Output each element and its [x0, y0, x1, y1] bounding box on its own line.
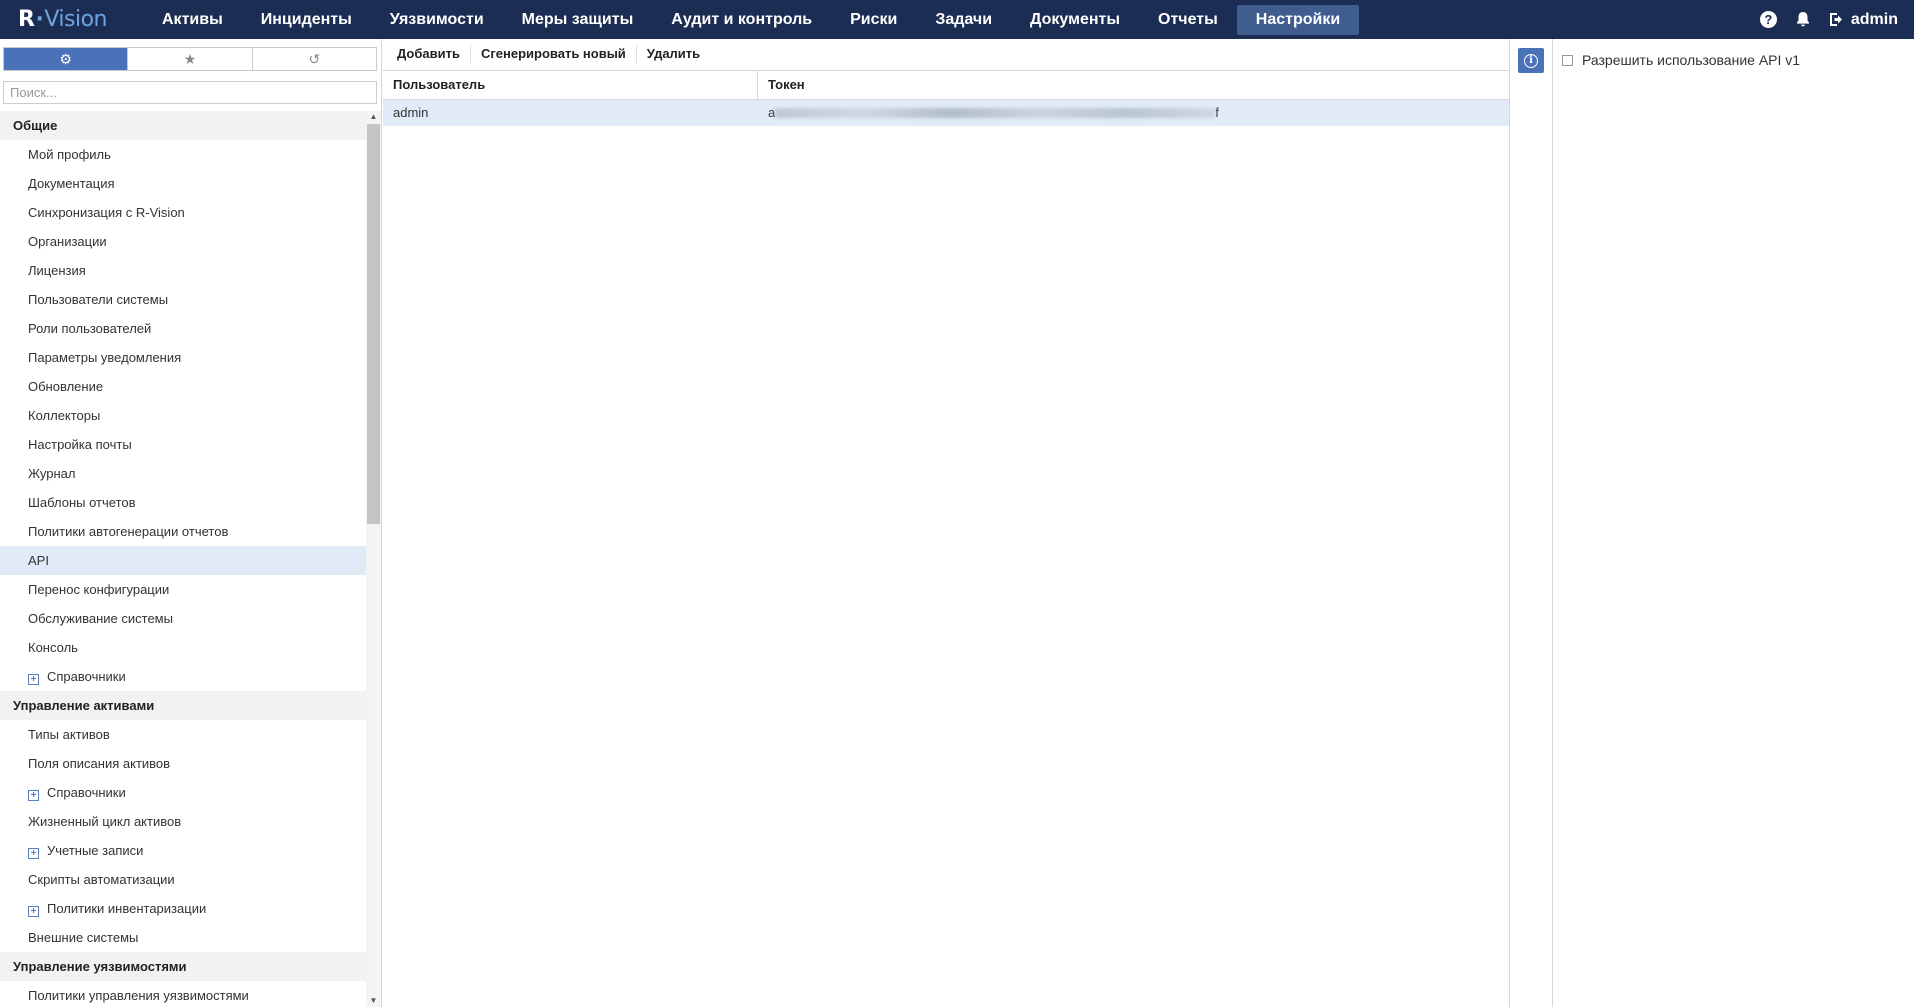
star-icon: ★: [183, 50, 197, 67]
sidebar-item-config-transfer[interactable]: Перенос конфигурации: [0, 575, 366, 604]
nav-item-vulnerabilities[interactable]: Уязвимости: [371, 5, 503, 35]
token-start: a: [768, 105, 776, 120]
blurred-token-value: [775, 108, 1216, 118]
table-header: Пользователь Токен: [383, 70, 1509, 100]
section-asset-management[interactable]: Управление активами: [0, 691, 366, 720]
settings-sidebar: ⚙ ★ ↺ Общие Мой профиль Документация Син…: [0, 39, 382, 1007]
sidebar-item-license[interactable]: Лицензия: [0, 256, 366, 285]
sidebar-item-asset-fields[interactable]: Поля описания активов: [0, 749, 366, 778]
nav-item-assets[interactable]: Активы: [143, 5, 242, 35]
tokens-toolbar: Добавить Сгенерировать новый Удалить: [383, 39, 1509, 69]
nav-item-protection-measures[interactable]: Меры защиты: [503, 5, 653, 35]
allow-api-v1-label: Разрешить использование API v1: [1582, 52, 1801, 68]
user-name: admin: [1850, 10, 1898, 28]
sidebar-item-user-roles[interactable]: Роли пользователей: [0, 314, 366, 343]
sidebar-item-label: Политики инвентаризации: [47, 901, 207, 916]
history-icon: ↺: [308, 50, 321, 67]
scroll-up-arrow-icon[interactable]: ▲: [366, 111, 381, 123]
sidebar-search-input[interactable]: [3, 81, 377, 104]
column-header-user[interactable]: Пользователь: [383, 71, 758, 99]
top-right-controls: ? admin: [1759, 0, 1898, 39]
app-logo[interactable]: R · Vision: [0, 7, 143, 32]
top-navigation-bar: R · Vision Активы Инциденты Уязвимости Мер…: [0, 0, 1914, 39]
info-icon: i: [1524, 53, 1538, 68]
sidebar-item-sync[interactable]: Синхронизация с R-Vision: [0, 198, 366, 227]
nav-item-reports[interactable]: Отчеты: [1139, 5, 1237, 35]
sidebar-item-console[interactable]: Консоль: [0, 633, 366, 662]
expand-plus-icon[interactable]: +: [28, 674, 39, 685]
sidebar-item-my-profile[interactable]: Мой профиль: [0, 140, 366, 169]
expand-plus-icon[interactable]: +: [28, 848, 39, 859]
sidebar-scrollbar[interactable]: ▲ ▼: [366, 111, 381, 1007]
allow-api-v1-checkbox[interactable]: [1562, 54, 1573, 66]
table-row[interactable]: admin af: [383, 100, 1509, 126]
sidebar-item-dictionaries[interactable]: + Справочники: [0, 662, 366, 691]
sidebar-item-automation-scripts[interactable]: Скрипты автоматизации: [0, 865, 366, 894]
sidebar-item-inventory-policies[interactable]: + Политики инвентаризации: [0, 894, 366, 923]
help-icon[interactable]: ?: [1759, 11, 1777, 28]
sidebar-item-mail-settings[interactable]: Настройка почты: [0, 430, 366, 459]
expand-plus-icon[interactable]: +: [28, 790, 39, 801]
api-options-panel: Разрешить использование API v1: [1554, 39, 1914, 1007]
gear-icon: ⚙: [59, 50, 72, 67]
nav-item-documents[interactable]: Документы: [1011, 5, 1139, 35]
tab-favorites[interactable]: ★: [128, 48, 253, 70]
sidebar-item-external-systems[interactable]: Внешние системы: [0, 923, 366, 952]
right-panel-gutter: i: [1509, 39, 1553, 1007]
sidebar-item-log[interactable]: Журнал: [0, 459, 366, 488]
scrollbar-thumb[interactable]: [367, 124, 380, 524]
token-end: f: [1215, 105, 1219, 120]
sidebar-item-label: Справочники: [47, 785, 126, 800]
scroll-down-arrow-icon[interactable]: ▼: [366, 995, 381, 1007]
sidebar-item-label: Учетные записи: [47, 843, 144, 858]
allow-api-v1-option[interactable]: Разрешить использование API v1: [1562, 52, 1800, 68]
user-menu[interactable]: admin: [1829, 11, 1898, 29]
add-button[interactable]: Добавить: [387, 45, 471, 63]
settings-tree: Общие Мой профиль Документация Синхрониз…: [0, 111, 366, 1007]
sidebar-item-collectors[interactable]: Коллекторы: [0, 401, 366, 430]
sidebar-item-label: Справочники: [47, 669, 126, 684]
sidebar-item-report-templates[interactable]: Шаблоны отчетов: [0, 488, 366, 517]
delete-button[interactable]: Удалить: [637, 45, 710, 63]
section-vulnerability-management[interactable]: Управление уязвимостями: [0, 952, 366, 981]
sidebar-tabs: ⚙ ★ ↺: [3, 47, 377, 71]
sidebar-item-system-maintenance[interactable]: Обслуживание системы: [0, 604, 366, 633]
sidebar-item-api[interactable]: API: [0, 546, 366, 575]
logout-icon[interactable]: [1829, 12, 1845, 27]
sidebar-item-asset-types[interactable]: Типы активов: [0, 720, 366, 749]
column-header-token[interactable]: Токен: [758, 71, 1509, 99]
sidebar-item-accounts[interactable]: + Учетные записи: [0, 836, 366, 865]
cell-token: af: [758, 100, 1509, 126]
nav-item-incidents[interactable]: Инциденты: [242, 5, 371, 35]
sidebar-item-asset-dictionaries[interactable]: + Справочники: [0, 778, 366, 807]
api-tokens-panel: Добавить Сгенерировать новый Удалить Пол…: [383, 39, 1509, 1007]
cell-user: admin: [393, 105, 429, 120]
nav-item-tasks[interactable]: Задачи: [916, 5, 1011, 35]
sidebar-item-report-autogen-policies[interactable]: Политики автогенерации отчетов: [0, 517, 366, 546]
sidebar-item-organizations[interactable]: Организации: [0, 227, 366, 256]
expand-plus-icon[interactable]: +: [28, 906, 39, 917]
logo-vision: Vision: [44, 7, 107, 32]
nav-item-settings[interactable]: Настройки: [1236, 4, 1360, 35]
sidebar-item-vuln-policies[interactable]: Политики управления уязвимостями: [0, 981, 366, 1007]
nav-item-audit[interactable]: Аудит и контроль: [652, 5, 831, 35]
main-nav: Активы Инциденты Уязвимости Меры защиты …: [143, 0, 1360, 39]
sidebar-item-system-users[interactable]: Пользователи системы: [0, 285, 366, 314]
generate-new-button[interactable]: Сгенерировать новый: [471, 45, 637, 63]
logo-dot: ·: [35, 7, 44, 32]
sidebar-item-documentation[interactable]: Документация: [0, 169, 366, 198]
tokens-table: Пользователь Токен admin af: [383, 70, 1509, 126]
nav-item-risks[interactable]: Риски: [831, 5, 916, 35]
tab-history[interactable]: ↺: [252, 48, 376, 70]
section-general[interactable]: Общие: [0, 111, 366, 140]
sidebar-item-asset-lifecycle[interactable]: Жизненный цикл активов: [0, 807, 366, 836]
sidebar-item-update[interactable]: Обновление: [0, 372, 366, 401]
tab-settings[interactable]: ⚙: [4, 48, 129, 70]
logo-r: R: [18, 7, 35, 32]
info-button[interactable]: i: [1518, 48, 1544, 73]
sidebar-item-notification-params[interactable]: Параметры уведомления: [0, 343, 366, 372]
notification-bell-icon[interactable]: [1795, 11, 1811, 28]
